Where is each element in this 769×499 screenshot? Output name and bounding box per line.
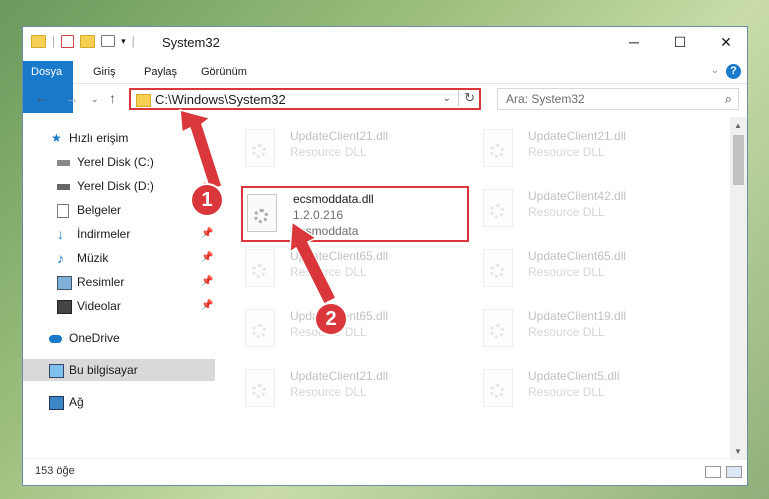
annotation-arrow-2 xyxy=(289,220,338,306)
annotation-arrow-1 xyxy=(179,108,223,191)
annotation-badge-1: 1 xyxy=(192,185,222,215)
annotation-arrows xyxy=(179,108,338,306)
annotation-badge-2: 2 xyxy=(316,304,346,334)
